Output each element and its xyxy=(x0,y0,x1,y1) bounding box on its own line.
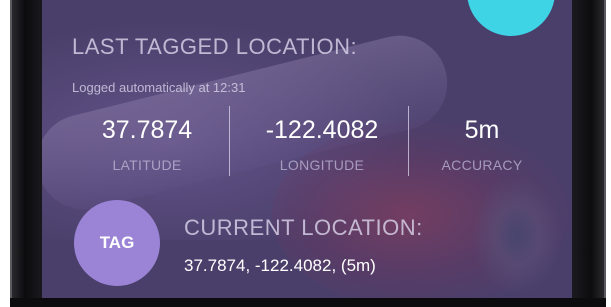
longitude-stat: -122.4082 LONGITUDE xyxy=(237,116,407,173)
accent-circle xyxy=(467,0,555,36)
current-location-heading: CURRENT LOCATION: xyxy=(184,215,423,240)
accuracy-label: ACCURACY xyxy=(441,157,523,173)
stat-divider xyxy=(229,106,230,176)
logged-timestamp-text: Logged automatically at 12:31 xyxy=(72,80,246,95)
longitude-value: -122.4082 xyxy=(265,116,379,144)
current-location-coordinates: 37.7874, -122.4082, (5m) xyxy=(184,256,376,275)
tag-button[interactable]: TAG xyxy=(74,200,160,286)
app-screen: LAST TAGGED LOCATION: Logged automatical… xyxy=(42,0,572,298)
accuracy-value: 5m xyxy=(464,116,500,144)
latitude-label: LATITUDE xyxy=(112,157,182,173)
latitude-stat: 37.7874 LATITUDE xyxy=(82,116,212,173)
stat-divider xyxy=(408,106,409,176)
latitude-value: 37.7874 xyxy=(101,116,193,144)
background-wheel xyxy=(472,175,562,295)
phone-device: LAST TAGGED LOCATION: Logged automatical… xyxy=(0,0,611,307)
last-tagged-heading: LAST TAGGED LOCATION: xyxy=(72,34,358,59)
phone-bezel-bottom xyxy=(10,298,606,307)
phone-bezel-left xyxy=(10,0,44,307)
phone-bezel-right xyxy=(572,0,606,307)
longitude-label: LONGITUDE xyxy=(279,157,365,173)
accuracy-stat: 5m ACCURACY xyxy=(422,116,542,173)
